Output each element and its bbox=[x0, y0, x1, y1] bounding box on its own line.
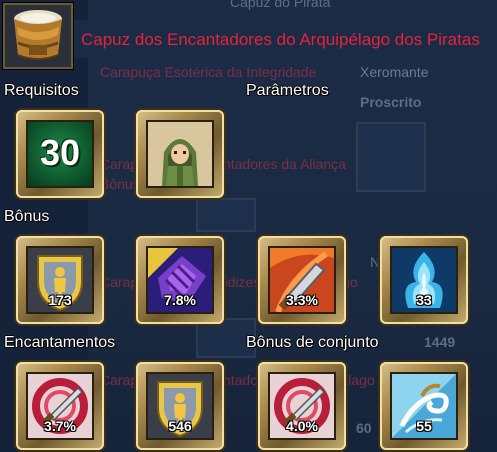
set-bonus-value: 4.0% bbox=[286, 418, 318, 434]
blue-flame-icon: 33 bbox=[390, 246, 458, 314]
bonus-value: 7.8% bbox=[164, 292, 196, 308]
enchantment-value: 3.7% bbox=[44, 418, 76, 434]
bonus-slot-slash[interactable]: 3.3% bbox=[258, 236, 346, 324]
requirement-level-slot[interactable]: 30 bbox=[16, 110, 104, 198]
set-bonus-value: 55 bbox=[416, 418, 432, 434]
red-sword-circle-icon: 3.7% bbox=[26, 372, 94, 440]
bonus-slot-crystal[interactable]: 7.8% bbox=[136, 236, 224, 324]
set-bonus-slot-attack[interactable]: 4.0% bbox=[258, 362, 346, 450]
required-level: 30 bbox=[39, 132, 81, 173]
shield-defense-icon: 546 bbox=[146, 372, 214, 440]
hooded-character-icon bbox=[146, 120, 214, 188]
shield-defense-icon: 173 bbox=[26, 246, 94, 314]
background-tile bbox=[356, 122, 426, 192]
background-class-name: Xeromante bbox=[360, 64, 429, 80]
set-bonus-label: Bônus de conjunto bbox=[246, 334, 379, 351]
wind-swirl-icon: 55 bbox=[390, 372, 458, 440]
enchantment-slot-attack[interactable]: 3.7% bbox=[16, 362, 104, 450]
purple-crystal-icon: 7.8% bbox=[146, 246, 214, 314]
requirement-class-slot[interactable] bbox=[136, 110, 224, 198]
background-status: Proscrito bbox=[360, 94, 422, 110]
background-subtitle: Carapuça Esotérica da Integridade bbox=[100, 64, 317, 80]
enchantments-label: Encantamentos bbox=[4, 334, 116, 351]
hood-icon bbox=[3, 3, 73, 69]
parameters-label: Parâmetros bbox=[246, 82, 329, 99]
set-bonus-slot-wind[interactable]: 55 bbox=[380, 362, 468, 450]
bonus-slot-defense[interactable]: 173 bbox=[16, 236, 104, 324]
red-sword-circle-icon: 4.0% bbox=[268, 372, 336, 440]
background-value-60: 60 bbox=[356, 420, 372, 436]
item-title: Capuz dos Encantadores do Arquipélago do… bbox=[81, 30, 480, 49]
level-badge-icon: 30 bbox=[26, 120, 94, 188]
bonus-label: Bônus bbox=[4, 208, 50, 225]
sword-slash-icon: 3.3% bbox=[268, 246, 336, 314]
bonus-value: 33 bbox=[416, 292, 432, 308]
bonus-value: 3.3% bbox=[286, 292, 318, 308]
bonus-value: 173 bbox=[48, 292, 72, 308]
background-value-1449: 1449 bbox=[424, 334, 456, 350]
background-top-text: Capuz do Pirata bbox=[230, 0, 331, 10]
requirements-label: Requisitos bbox=[4, 82, 79, 99]
background-tile bbox=[196, 198, 256, 232]
bonus-slot-flame[interactable]: 33 bbox=[380, 236, 468, 324]
enchantment-value: 546 bbox=[168, 418, 192, 434]
enchantment-slot-defense[interactable]: 546 bbox=[136, 362, 224, 450]
